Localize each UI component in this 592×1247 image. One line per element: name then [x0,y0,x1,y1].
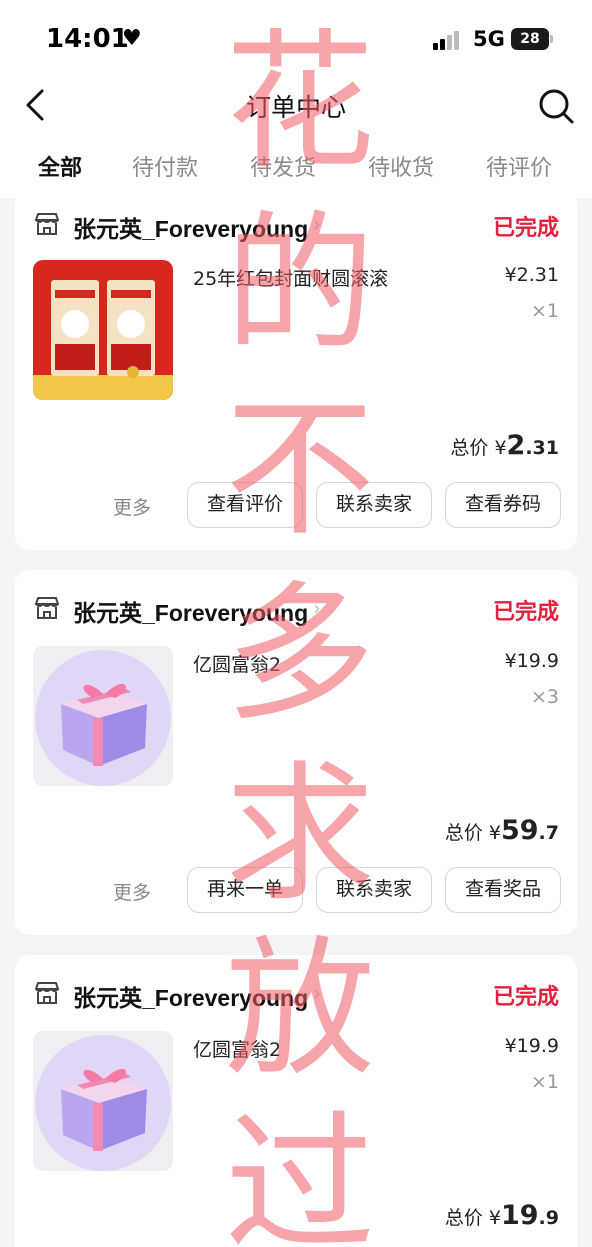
total-decimal: .9 [538,1207,559,1229]
shop-icon [35,982,59,1004]
chevron-right-icon: › [313,596,321,620]
chevron-right-icon: › [313,981,321,1005]
battery-icon: 28 [511,28,549,50]
status-time: 14:01 [46,24,129,54]
more-link[interactable]: 更多 [113,878,151,905]
total-label: 总价 [444,1207,483,1229]
order-total: 总价 ¥2.31 [450,430,559,461]
total-integer: 2 [506,430,526,461]
total-label: 总价 [444,822,483,844]
heart-icon: ♥ [122,26,142,51]
tab-pending-receipt[interactable]: 待收货 [368,150,434,182]
product-price: ¥2.31 [504,264,559,286]
order-card[interactable]: 张元英_Foreveryoung › 已完成 亿圆富翁2 ¥19.9 ×3 总价… [15,570,577,935]
network-type: 5G [473,27,505,51]
gift-box-image [35,650,171,786]
product-quantity: ×1 [530,300,559,322]
tab-all[interactable]: 全部 [38,150,82,182]
reorder-button[interactable]: 再来一单 [187,867,303,913]
shop-icon [35,597,59,619]
total-integer: 59 [500,815,539,846]
total-currency: ¥ [488,1207,501,1229]
status-bar: 14:01 ♥ 5G 28 [0,0,592,80]
product-image[interactable] [33,646,173,786]
total-decimal: .31 [525,437,559,459]
contact-seller-button[interactable]: 联系卖家 [316,867,432,913]
tab-pending-review[interactable]: 待评价 [486,150,552,182]
shop-icon [35,213,59,235]
product-title[interactable]: 25年红包封面财圆滚滚 [193,264,388,291]
product-image[interactable] [33,1031,173,1171]
tab-pending-shipment[interactable]: 待发货 [250,150,316,182]
shop-name[interactable]: 张元英_Foreveryoung [73,210,308,244]
more-link[interactable]: 更多 [113,493,151,520]
view-prize-button[interactable]: 查看奖品 [445,867,561,913]
view-coupon-code-button[interactable]: 查看券码 [445,482,561,528]
product-price: ¥19.9 [504,1035,559,1057]
shop-name[interactable]: 张元英_Foreveryoung [73,979,308,1013]
total-currency: ¥ [488,822,501,844]
page-title: 订单中心 [245,93,346,122]
order-total: 总价 ¥19.9 [445,1200,559,1231]
contact-seller-button[interactable]: 联系卖家 [316,482,432,528]
total-integer: 19 [500,1200,539,1231]
order-total: 总价 ¥59.7 [445,815,559,846]
search-button[interactable] [536,86,576,126]
product-title[interactable]: 亿圆富翁2 [193,650,281,677]
search-icon [539,89,574,124]
header: 14:01 ♥ 5G 28 订单中心 全部 待付款 待发货 待收货 待评价 [0,0,592,198]
total-currency: ¥ [494,437,507,459]
product-quantity: ×3 [530,686,559,708]
view-review-button[interactable]: 查看评价 [187,482,303,528]
order-card[interactable]: 张元英_Foreveryoung › 已完成 亿圆富翁2 ¥19.9 ×1 总价… [15,955,577,1247]
total-decimal: .7 [538,822,559,844]
product-title[interactable]: 亿圆富翁2 [193,1035,281,1062]
signal-icon [433,30,465,50]
gift-box-image [35,1035,171,1171]
battery-tip [550,35,553,43]
order-status: 已完成 [492,600,559,625]
order-status: 已完成 [492,216,559,241]
shop-name[interactable]: 张元英_Foreveryoung [73,594,308,628]
total-label: 总价 [450,437,489,459]
chevron-right-icon: › [313,212,321,236]
order-status: 已完成 [492,985,559,1010]
product-price: ¥19.9 [504,650,559,672]
order-card[interactable]: 张元英_Foreveryoung › 已完成 25年红包封面财圆滚滚 ¥2.31… [15,190,577,550]
product-image[interactable] [33,260,173,400]
tab-pending-payment[interactable]: 待付款 [132,150,198,182]
product-quantity: ×1 [530,1071,559,1093]
red-envelope-image [33,260,173,400]
